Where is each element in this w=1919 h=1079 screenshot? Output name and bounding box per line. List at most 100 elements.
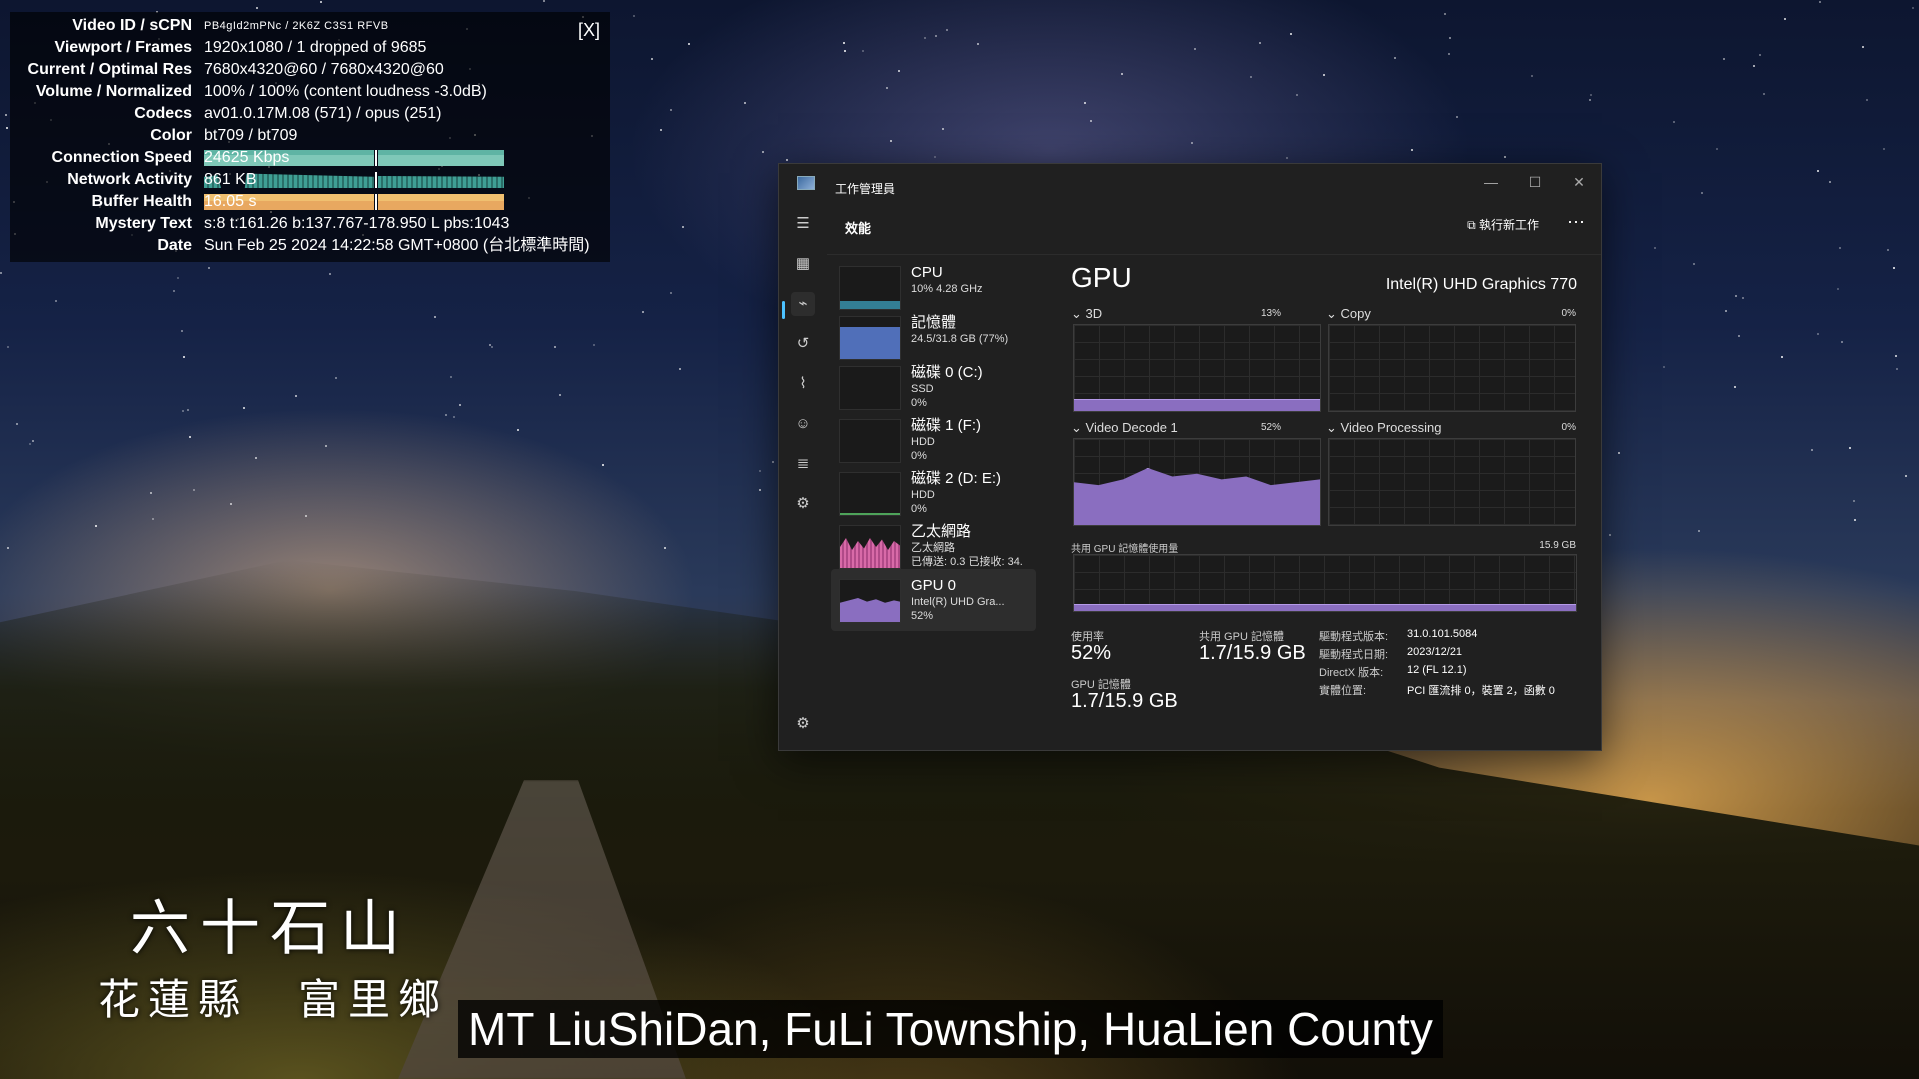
star	[759, 489, 761, 491]
stats-label: Date	[157, 237, 192, 254]
star	[453, 416, 455, 418]
stats-value: 7680x4320@60 / 7680x4320@60	[204, 61, 444, 78]
resource-name: 記憶體	[911, 314, 957, 331]
star	[517, 429, 519, 431]
star	[1701, 192, 1703, 194]
star	[256, 7, 258, 9]
star	[305, 515, 307, 517]
star	[193, 489, 195, 491]
resource-thumbnail	[839, 266, 901, 310]
processes-icon[interactable]: ▦	[791, 252, 815, 276]
stats-label: Buffer Health	[91, 193, 192, 210]
stats-label: Mystery Text	[95, 215, 192, 232]
star	[898, 70, 900, 72]
resource-thumbnail	[839, 525, 901, 569]
stats-row-resolution: Current / Optimal Res 7680x4320@60 / 768…	[10, 60, 610, 80]
engine-selector-copy[interactable]: ⌄ Copy	[1326, 306, 1371, 322]
star	[682, 226, 684, 228]
star	[181, 330, 183, 332]
star	[1781, 356, 1783, 358]
star	[434, 316, 436, 318]
star	[1893, 267, 1895, 269]
engine-label: Copy	[1340, 306, 1371, 321]
star	[450, 376, 452, 378]
physical-location-value: PCI 匯流排 0，裝置 2，函數 0	[1407, 685, 1555, 697]
engine-percent: 0%	[1561, 308, 1576, 319]
gpu-heading: GPU	[1071, 262, 1132, 293]
minimize-button[interactable]: —	[1471, 168, 1511, 196]
star	[1862, 46, 1864, 48]
settings-icon[interactable]: ⚙	[791, 712, 815, 736]
thumbnail-fill	[840, 538, 900, 568]
star	[633, 15, 635, 17]
star	[844, 50, 846, 52]
app-history-icon[interactable]: ↺	[791, 332, 815, 356]
star	[1819, 1, 1821, 3]
stats-value: 861 KB	[204, 171, 257, 188]
chevron-down-icon: ⌄	[1071, 306, 1086, 321]
resource-detail: 10% 4.28 GHz	[911, 283, 983, 295]
engine-selector-video-processing[interactable]: ⌄ Video Processing	[1326, 420, 1441, 436]
maximize-button[interactable]: ☐	[1515, 168, 1555, 196]
thumbnail-fill	[840, 327, 900, 359]
resource-detail: SSD	[911, 383, 934, 395]
startup-icon[interactable]: ⌇	[791, 372, 815, 396]
star	[1725, 310, 1727, 312]
performance-icon[interactable]: ⌁	[791, 292, 815, 316]
star	[1829, 181, 1831, 183]
title-bar[interactable]: 工作管理員 — ☐ ✕	[779, 164, 1601, 204]
window-title: 工作管理員	[835, 182, 896, 196]
resource-detail: Intel(R) UHD Gra...	[911, 596, 1005, 608]
star	[1854, 519, 1856, 521]
close-button[interactable]: ✕	[1559, 168, 1599, 196]
resource-item-gpu-0[interactable]: GPU 0 Intel(R) UHD Gra... 52%	[831, 569, 1036, 631]
star	[1191, 142, 1193, 144]
star	[150, 492, 152, 494]
resource-item-ethernet[interactable]: 乙太網路 乙太網路 已傳送: 0.3 已接收: 34.	[831, 515, 1036, 577]
stats-row-video-id: Video ID / sCPN PB4gId2mPNc / 2K6Z C3S1 …	[10, 16, 610, 36]
services-icon[interactable]: ⚙	[791, 492, 815, 516]
star	[325, 445, 327, 447]
star	[602, 464, 604, 466]
resource-name: 磁碟 1 (F:)	[911, 417, 981, 434]
resource-name: 磁碟 0 (C:)	[911, 364, 983, 381]
driver-version-label: 驅動程式版本:	[1319, 631, 1389, 643]
engine-selector-video-decode[interactable]: ⌄ Video Decode 1	[1071, 420, 1178, 436]
stats-row-volume: Volume / Normalized 100% / 100% (content…	[10, 82, 610, 102]
star	[1090, 120, 1092, 122]
star	[554, 346, 556, 348]
star	[335, 377, 337, 379]
star	[32, 440, 34, 442]
resource-usage: 已傳送: 0.3 已接收: 34.	[911, 556, 1023, 568]
star	[679, 368, 681, 370]
star	[1531, 75, 1533, 77]
engine-percent: 52%	[1260, 422, 1281, 433]
resource-thumbnail	[839, 419, 901, 463]
star	[660, 129, 662, 131]
more-options-button[interactable]: ⋯	[1567, 212, 1585, 233]
menu-icon[interactable]: ☰	[791, 212, 815, 236]
star	[1286, 157, 1288, 159]
engine-selector-3d[interactable]: ⌄ 3D	[1071, 306, 1102, 322]
star	[1693, 263, 1695, 265]
stats-value: 16.05 s	[204, 193, 257, 210]
star	[1504, 156, 1506, 158]
star	[1296, 94, 1298, 96]
resource-thumbnail	[839, 579, 901, 623]
star	[642, 311, 644, 313]
star	[942, 128, 944, 130]
star	[1853, 500, 1855, 502]
stats-value: 1920x1080 / 1 dropped of 9685	[204, 39, 427, 56]
stats-value: s:8 t:161.26 b:137.767-178.950 L pbs:104…	[204, 215, 510, 232]
star	[772, 461, 774, 463]
users-icon[interactable]: ☺	[791, 412, 815, 436]
shared-memory-graph-label: 共用 GPU 記憶體使用量	[1071, 544, 1179, 555]
run-new-task-icon: ⧉	[1467, 218, 1479, 232]
star	[1194, 48, 1196, 50]
star	[16, 423, 18, 425]
run-new-task-button[interactable]: ⧉ 執行新工作	[1467, 216, 1539, 233]
graph-video-decode	[1073, 438, 1321, 526]
details-icon[interactable]: ≣	[791, 452, 815, 476]
gpu-memory-value: 1.7/15.9 GB	[1071, 690, 1178, 712]
star	[1817, 333, 1819, 335]
